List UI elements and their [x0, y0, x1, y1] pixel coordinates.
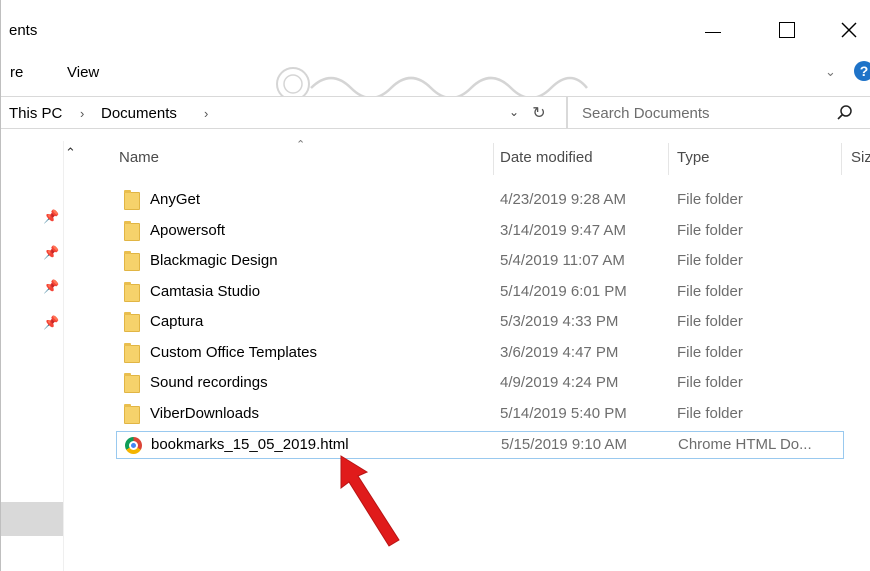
file-row[interactable]: ViberDownloads 5/14/2019 5:40 PM File fo… [116, 401, 844, 429]
navigation-scrollbar[interactable] [63, 141, 89, 571]
file-type: File folder [677, 405, 743, 422]
ribbon-expand-icon[interactable]: ⌄ [825, 64, 836, 80]
breadcrumb-chevron-icon[interactable]: › [80, 106, 84, 121]
maximize-button[interactable] [765, 14, 809, 46]
folder-icon [124, 190, 140, 210]
file-name: AnyGet [150, 191, 201, 208]
file-date: 5/3/2019 4:33 PM [500, 313, 619, 330]
column-divider[interactable] [668, 143, 669, 175]
file-name: Sound recordings [150, 374, 268, 391]
file-name: Custom Office Templates [150, 344, 318, 361]
search-icon[interactable] [836, 104, 854, 122]
file-date: 5/14/2019 5:40 PM [500, 405, 627, 422]
search-input[interactable]: Search Documents [567, 96, 870, 129]
close-icon [841, 22, 857, 38]
file-date: 5/14/2019 6:01 PM [500, 283, 627, 300]
window-title: ents [9, 22, 38, 39]
address-dropdown-icon[interactable]: ⌄ [509, 105, 519, 119]
minimize-icon [705, 31, 721, 33]
refresh-icon[interactable]: ↻ [528, 102, 550, 124]
column-header-name[interactable]: Name [119, 141, 159, 177]
file-type: File folder [677, 344, 743, 361]
file-row[interactable]: Blackmagic Design 5/4/2019 11:07 AM File… [116, 248, 844, 276]
file-date: 3/6/2019 4:47 PM [500, 344, 619, 361]
file-name: Apowersoft [150, 222, 226, 239]
file-type: File folder [677, 252, 743, 269]
folder-icon [124, 312, 140, 332]
breadcrumb-documents[interactable]: Documents [101, 105, 177, 122]
sort-ascending-icon: ⌃ [296, 139, 306, 151]
file-date: 4/23/2019 9:28 AM [500, 191, 626, 208]
file-date: 4/9/2019 4:24 PM [500, 374, 619, 391]
address-bar[interactable]: This PC › Documents › ⌄ ↻ [1, 96, 567, 129]
column-divider[interactable] [841, 143, 842, 175]
breadcrumb-this-pc[interactable]: This PC [9, 105, 62, 122]
file-row[interactable]: Apowersoft 3/14/2019 9:47 AM File folder [116, 218, 844, 246]
nav-selected-item[interactable] [1, 502, 63, 536]
pin-icon[interactable]: 📌 [43, 315, 59, 330]
file-type: File folder [677, 374, 743, 391]
help-icon[interactable]: ? [854, 61, 870, 81]
file-name: Captura [150, 313, 204, 330]
column-divider[interactable] [493, 143, 494, 175]
file-row[interactable]: Camtasia Studio 5/14/2019 6:01 PM File f… [116, 279, 844, 307]
file-type: File folder [677, 313, 743, 330]
tab-share[interactable]: re [10, 64, 23, 81]
folder-icon [124, 373, 140, 393]
file-list: ⌃ Name Date modified Type Siz AnyGet 4/2… [89, 139, 870, 571]
pin-icon[interactable]: 📌 [43, 209, 59, 224]
file-name: Blackmagic Design [150, 252, 278, 269]
file-date: 5/4/2019 11:07 AM [500, 252, 625, 269]
folder-icon [124, 251, 140, 271]
pin-icon[interactable]: 📌 [43, 279, 59, 294]
folder-icon [124, 343, 140, 363]
file-row[interactable]: Custom Office Templates 3/6/2019 4:47 PM… [116, 340, 844, 368]
file-name: bookmarks_15_05_2019.html [151, 436, 349, 453]
column-header-size[interactable]: Siz [851, 141, 870, 177]
folder-icon [124, 282, 140, 302]
file-date: 3/14/2019 9:47 AM [500, 222, 626, 239]
column-header-type[interactable]: Type [677, 141, 710, 177]
navigation-row: This PC › Documents › ⌄ ↻ Search Documen… [1, 96, 870, 130]
file-type: Chrome HTML Do... [678, 436, 812, 453]
tab-view[interactable]: View [67, 64, 99, 81]
file-type: File folder [677, 283, 743, 300]
file-name: Camtasia Studio [150, 283, 261, 300]
file-type: File folder [677, 222, 743, 239]
file-row[interactable]: Captura 5/3/2019 4:33 PM File folder [116, 309, 844, 337]
maximize-icon [779, 22, 795, 38]
folder-icon [124, 221, 140, 241]
file-date: 5/15/2019 9:10 AM [501, 436, 627, 453]
navigation-pane[interactable]: ⌃ 📌 📌 📌 📌 [1, 141, 89, 571]
file-row[interactable]: Sound recordings 4/9/2019 4:24 PM File f… [116, 370, 844, 398]
title-bar: ents [1, 0, 870, 60]
folder-icon [124, 404, 140, 424]
close-button[interactable] [827, 14, 870, 46]
red-arrow-annotation [340, 455, 400, 547]
chrome-icon [125, 437, 142, 454]
scroll-up-icon[interactable]: ⌃ [65, 145, 76, 161]
file-type: File folder [677, 191, 743, 208]
pin-icon[interactable]: 📌 [43, 245, 59, 260]
column-header-date-modified[interactable]: Date modified [500, 141, 593, 177]
minimize-button[interactable] [691, 14, 735, 46]
breadcrumb-chevron-icon[interactable]: › [204, 106, 208, 121]
file-row-selected[interactable]: bookmarks_15_05_2019.html 5/15/2019 9:10… [116, 431, 844, 459]
file-explorer-window: ents re View ⌄ ? This PC › Documents › ⌄… [0, 0, 870, 571]
file-row[interactable]: AnyGet 4/23/2019 9:28 AM File folder [116, 187, 844, 215]
search-placeholder: Search Documents [582, 105, 710, 122]
file-name: ViberDownloads [150, 405, 259, 422]
